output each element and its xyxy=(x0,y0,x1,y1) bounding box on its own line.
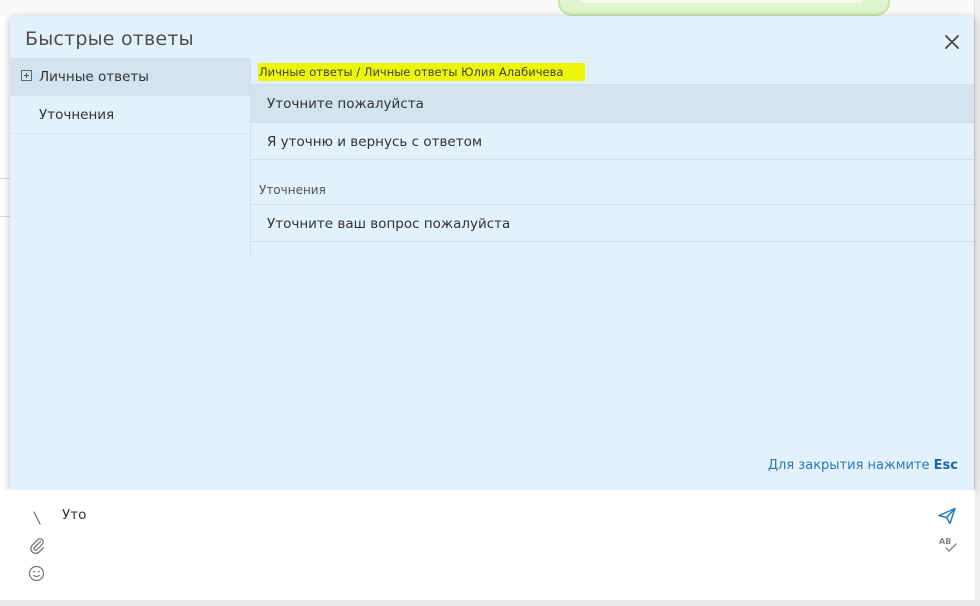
emoji-icon[interactable] xyxy=(28,565,45,582)
chat-message-bubble-inner xyxy=(580,0,862,3)
reply-item[interactable]: Уточните пожалуйста xyxy=(251,84,974,122)
sidebar-item-personal-replies[interactable]: Личные ответы xyxy=(10,58,250,96)
expand-plus-icon[interactable] xyxy=(21,70,32,81)
esc-hint-text: Для закрытия нажмите xyxy=(767,458,934,473)
footer-strip xyxy=(0,600,980,606)
paperclip-icon[interactable] xyxy=(28,536,46,554)
spellcheck-icon[interactable]: AB xyxy=(938,535,958,553)
modal-title: Быстрые ответы xyxy=(25,28,194,50)
message-composer: Уто AB xyxy=(0,490,975,600)
reply-item[interactable]: Уточните ваш вопрос пожалуйста xyxy=(251,204,974,242)
reply-text: Я уточню и вернусь с ответом xyxy=(267,134,483,150)
sidebar-item-label: Уточнения xyxy=(39,107,115,123)
message-input[interactable]: Уто xyxy=(62,507,86,523)
send-icon[interactable] xyxy=(937,507,957,525)
esc-hint: Для закрытия нажмите Esc xyxy=(768,458,958,473)
reply-text: Уточните ваш вопрос пожалуйста xyxy=(267,216,511,232)
sidebar-item-label: Личные ответы xyxy=(39,69,149,85)
svg-text:AB: AB xyxy=(939,537,951,546)
group-label: Уточнения xyxy=(259,183,326,197)
slash-icon[interactable] xyxy=(30,510,44,526)
breadcrumb: Личные ответы / Личные ответы Юлия Алаби… xyxy=(258,63,586,81)
quick-replies-modal: Быстрые ответы Личные ответы Уточнения Л… xyxy=(10,16,974,490)
reply-text: Уточните пожалуйста xyxy=(267,96,424,112)
background-divider xyxy=(0,216,10,217)
reply-item[interactable]: Я уточню и вернусь с ответом xyxy=(251,122,974,160)
categories-sidebar: Личные ответы Уточнения xyxy=(10,58,251,258)
sidebar-item-clarifications[interactable]: Уточнения xyxy=(10,96,250,134)
background-divider xyxy=(0,178,10,179)
close-icon[interactable] xyxy=(942,32,962,52)
esc-key-label: Esc xyxy=(933,458,958,473)
